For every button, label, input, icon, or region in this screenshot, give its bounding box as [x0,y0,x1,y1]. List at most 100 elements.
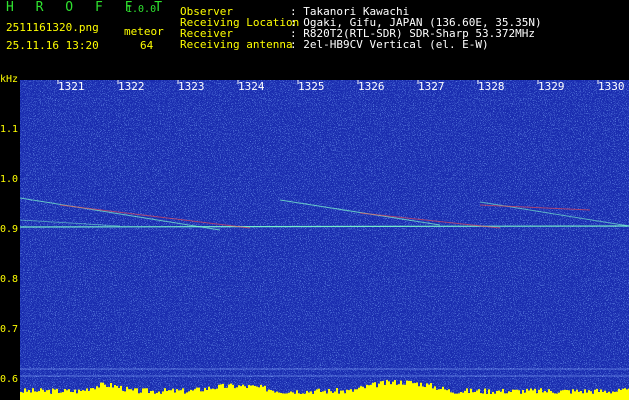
level-bar [234,388,236,400]
level-bar [54,389,56,400]
level-bar [152,390,154,400]
level-bar [332,392,334,400]
level-bar [342,390,344,400]
x-tick-label: 1326 [358,80,385,93]
level-bar [132,390,134,400]
level-bar [196,387,198,400]
level-bar [372,382,374,400]
level-bar [84,390,86,400]
level-bar [590,391,592,400]
level-bar [138,393,140,400]
level-bar [548,389,550,400]
level-bar [538,389,540,400]
level-bar [86,388,88,400]
x-tick-label: 1329 [538,80,565,93]
level-bar [354,389,356,400]
level-bar [494,393,496,400]
level-bar [62,392,64,400]
level-bar [60,392,62,400]
level-bar [602,391,604,400]
level-bar [108,387,110,400]
level-bar [594,389,596,400]
level-bar [200,391,202,400]
level-bar [226,387,228,400]
app-version: 1.0.0 [126,4,157,15]
x-tick-label: 1330 [598,80,625,93]
level-bar [518,390,520,400]
antenna-value: : 2el-HB9CV Vertical (el. E-W) [290,38,489,51]
level-bar [418,386,420,400]
level-bar [38,391,40,400]
level-bar [368,385,370,400]
level-bar [66,390,68,400]
level-bar [552,392,554,400]
level-bar [556,393,558,400]
x-tick-label: 1327 [418,80,445,93]
meteor-label: meteor [124,25,164,38]
level-bar [130,389,132,400]
level-bar [570,393,572,400]
level-bar [222,383,224,400]
level-bar [490,393,492,400]
level-bar [396,384,398,400]
level-bar [292,392,294,400]
level-bar [44,391,46,400]
level-bar [190,389,192,400]
level-bar [26,391,28,400]
level-bar [562,390,564,400]
level-bar [584,389,586,400]
level-bar [592,393,594,400]
level-bar [438,389,440,400]
level-bar [308,392,310,400]
antenna-label: Receiving antenna [180,38,293,51]
level-bar [278,392,280,400]
level-bar [104,384,106,400]
level-bar [504,393,506,400]
level-bar [344,393,346,400]
level-bar [284,393,286,400]
level-bar [510,391,512,400]
level-bar [136,388,138,400]
file-name: 2511161320.png [6,21,99,34]
hrofft-window: H R O F F T 1.0.0 2511161320.png meteor … [0,0,629,400]
level-bar [614,391,616,400]
level-bar [46,390,48,400]
level-bar [32,388,34,400]
level-bar [444,389,446,400]
level-bar [232,384,234,400]
level-bar [406,380,408,400]
level-bar [432,388,434,400]
level-bar [134,388,136,400]
level-bar [178,390,180,400]
level-bar [58,393,60,400]
level-bar [154,393,156,400]
level-bar [260,384,262,400]
level-bar [624,388,626,400]
level-bar [446,390,448,400]
level-bar [160,393,162,400]
level-bar [188,391,190,400]
level-bar [114,384,116,400]
level-bar [600,389,602,400]
level-bar [244,386,246,400]
level-bar [434,386,436,400]
level-bar [180,390,182,400]
level-bar [72,392,74,400]
level-bar [616,391,618,400]
level-bar [184,393,186,400]
level-bar [156,392,158,400]
level-bar [326,393,328,400]
level-bar [476,390,478,400]
level-bar [162,391,164,400]
level-bar [128,389,130,400]
level-bar [168,390,170,400]
level-bar [24,388,26,400]
level-bar [478,389,480,400]
level-bar [144,388,146,400]
level-bar [524,392,526,400]
level-bar [622,388,624,400]
level-bar [272,390,274,400]
level-bar [324,390,326,400]
level-bar [566,389,568,400]
level-bar [352,391,354,400]
